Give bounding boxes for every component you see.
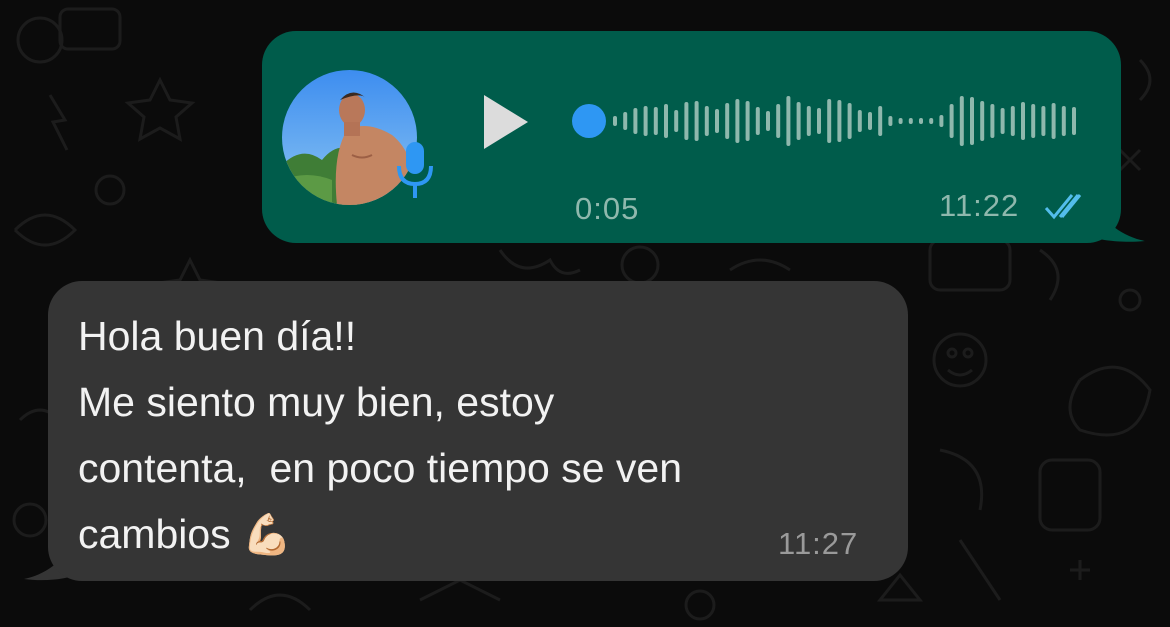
waveform-bar	[827, 99, 832, 143]
audio-waveform[interactable]	[567, 81, 1087, 161]
waveform-bar	[1061, 106, 1066, 136]
waveform-bar	[745, 101, 750, 141]
text-message-time: 11:27	[778, 526, 859, 561]
waveform-bar	[1072, 107, 1076, 135]
waveform-bar	[1031, 104, 1036, 138]
message-body: Hola buen día!! Me siento muy bien, esto…	[78, 303, 848, 568]
waveform-bar	[1041, 106, 1046, 136]
waveform-bar	[715, 109, 719, 133]
waveform-bar	[633, 108, 638, 134]
waveform-bar	[959, 96, 964, 146]
message-line: contenta, en poco tiempo se ven	[78, 445, 683, 491]
waveform-bar	[939, 115, 944, 127]
waveform-bar	[878, 106, 883, 136]
waveform-bar	[857, 110, 862, 132]
double-check-icon	[1044, 194, 1082, 220]
waveform-bar	[888, 116, 893, 126]
waveform-bar	[1021, 102, 1025, 140]
outgoing-voice-message[interactable]: 0:05 11:22	[262, 31, 1121, 243]
waveform-bar	[898, 118, 903, 124]
playback-scrubber[interactable]	[572, 104, 606, 138]
play-button[interactable]	[474, 89, 534, 155]
waveform-bar	[755, 107, 760, 135]
waveform-bar	[653, 107, 658, 135]
waveform-bar	[990, 104, 995, 138]
waveform-bar	[735, 99, 740, 143]
waveform-bar	[908, 118, 913, 124]
waveform-bar	[694, 101, 699, 141]
waveform-bar	[796, 102, 801, 140]
waveform-bar	[868, 112, 872, 130]
waveform-bar	[674, 110, 679, 132]
waveform-bar	[949, 104, 954, 138]
waveform-bar	[623, 112, 628, 130]
waveform-bar	[929, 118, 934, 124]
message-line: Me siento muy bien, estoy	[78, 379, 555, 425]
waveform-bar	[725, 103, 730, 139]
waveform-bar	[1051, 103, 1056, 139]
waveform-bar	[766, 111, 770, 131]
incoming-text-message[interactable]: Hola buen día!! Me siento muy bien, esto…	[48, 281, 908, 581]
waveform-bar	[847, 103, 852, 139]
waveform-bar	[806, 106, 811, 136]
waveform-bar	[919, 118, 923, 124]
waveform-bar	[664, 104, 668, 138]
message-line: Hola buen día!!	[78, 313, 357, 359]
voice-message-time: 11:22	[939, 188, 1020, 223]
message-line: cambios 💪🏻	[78, 501, 848, 568]
play-icon	[484, 95, 528, 149]
waveform-bar	[684, 102, 689, 140]
flexed-biceps-emoji: 💪🏻	[242, 513, 292, 557]
waveform-bar	[704, 106, 709, 136]
waveform-bar	[980, 101, 985, 141]
waveform-bar	[1010, 106, 1015, 136]
message-line-text: cambios	[78, 511, 243, 557]
waveform-bar	[970, 97, 974, 145]
waveform-bar	[1000, 108, 1005, 134]
waveform-bar	[613, 116, 617, 126]
waveform-bar	[817, 108, 821, 134]
waveform-bar	[776, 104, 781, 138]
voice-duration: 0:05	[575, 191, 640, 226]
microphone-icon	[397, 142, 433, 198]
waveform-bar	[786, 96, 791, 146]
waveform-bar	[837, 100, 842, 142]
waveform-bar	[643, 106, 648, 136]
